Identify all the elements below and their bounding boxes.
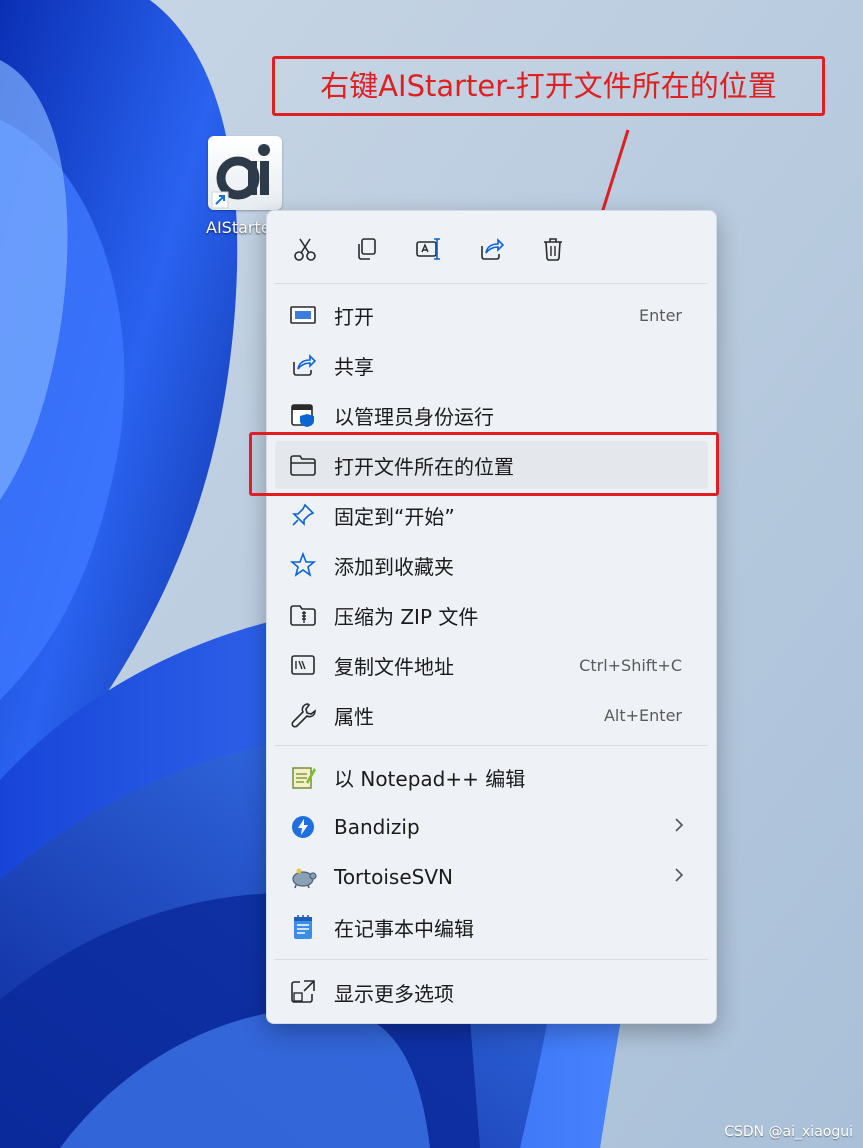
- context-menu-toolbar: [267, 211, 716, 283]
- admin-shield-icon: [288, 400, 318, 430]
- menu-item-shortcut: Enter: [639, 305, 682, 325]
- menu-item-label: TortoiseSVN: [334, 865, 453, 889]
- copy-path-icon: [288, 650, 318, 680]
- open-window-icon: [288, 300, 318, 330]
- menu-item-properties[interactable]: 属性 Alt+Enter: [275, 691, 708, 739]
- menu-item-tortoisesvn[interactable]: TortoiseSVN: [275, 853, 708, 901]
- menu-item-label: 添加到收藏夹: [334, 554, 454, 579]
- menu-item-label: 在记事本中编辑: [334, 916, 474, 941]
- menu-item-shortcut: Ctrl+Shift+C: [579, 655, 682, 675]
- more-options-icon: [288, 977, 318, 1007]
- menu-item-label: 以 Notepad++ 编辑: [334, 766, 526, 791]
- context-menu: 打开 Enter 共享 以管理员身份运行 打开文件所在的位置 固定到“开始” 添…: [266, 210, 717, 1024]
- aistarter-app-icon: [208, 136, 282, 210]
- chevron-right-icon: [674, 867, 684, 887]
- wrench-icon: [288, 700, 318, 730]
- share-icon: [288, 350, 318, 380]
- cut-button[interactable]: [287, 231, 323, 267]
- zip-folder-icon: [288, 600, 318, 630]
- notepadpp-icon: [288, 762, 318, 792]
- menu-separator: [275, 745, 708, 746]
- chevron-right-icon: [674, 817, 684, 837]
- menu-item-copy-path[interactable]: 复制文件地址 Ctrl+Shift+C: [275, 641, 708, 689]
- menu-item-pin-to-start[interactable]: 固定到“开始”: [275, 491, 708, 539]
- menu-item-share[interactable]: 共享: [275, 341, 708, 389]
- notepad-icon: [288, 912, 318, 942]
- menu-item-edit-notepadpp[interactable]: 以 Notepad++ 编辑: [275, 753, 708, 801]
- menu-item-show-more-options[interactable]: 显示更多选项: [275, 968, 708, 1016]
- menu-item-label: 复制文件地址: [334, 654, 454, 679]
- menu-item-label: 显示更多选项: [334, 981, 454, 1006]
- menu-item-label: 属性: [334, 704, 374, 729]
- rename-icon: [416, 238, 440, 260]
- copy-icon: [358, 238, 376, 260]
- menu-separator: [275, 959, 708, 960]
- menu-item-open[interactable]: 打开 Enter: [275, 291, 708, 339]
- annotation-highlight-box: [249, 432, 719, 496]
- menu-item-add-to-favorites[interactable]: 添加到收藏夹: [275, 541, 708, 589]
- bandizip-icon: [288, 812, 318, 842]
- menu-item-edit-in-notepad[interactable]: 在记事本中编辑: [275, 903, 708, 951]
- menu-item-shortcut: Alt+Enter: [603, 705, 682, 725]
- share-icon: [481, 238, 504, 260]
- cut-icon: [294, 238, 316, 261]
- watermark: CSDN @ai_xiaogui: [724, 1124, 853, 1140]
- menu-item-label: Bandizip: [334, 815, 420, 839]
- rename-button[interactable]: [411, 231, 447, 267]
- share-button[interactable]: [473, 231, 509, 267]
- menu-item-bandizip[interactable]: Bandizip: [275, 803, 708, 851]
- star-icon: [288, 550, 318, 580]
- pin-icon: [288, 500, 318, 530]
- annotation-callout: 右键AIStarter-打开文件所在的位置: [272, 56, 825, 116]
- delete-icon: [544, 238, 562, 261]
- menu-item-label: 固定到“开始”: [334, 504, 455, 529]
- menu-item-compress-zip[interactable]: 压缩为 ZIP 文件: [275, 591, 708, 639]
- tortoise-icon: [288, 862, 318, 892]
- menu-item-label: 以管理员身份运行: [334, 404, 494, 429]
- copy-button[interactable]: [349, 231, 385, 267]
- menu-item-label: 共享: [334, 354, 374, 379]
- desktop-shortcut-label: AIStarter: [206, 218, 272, 237]
- menu-item-label: 压缩为 ZIP 文件: [334, 604, 479, 629]
- delete-button[interactable]: [535, 231, 571, 267]
- menu-item-label: 打开: [334, 304, 374, 329]
- menu-separator: [275, 283, 708, 284]
